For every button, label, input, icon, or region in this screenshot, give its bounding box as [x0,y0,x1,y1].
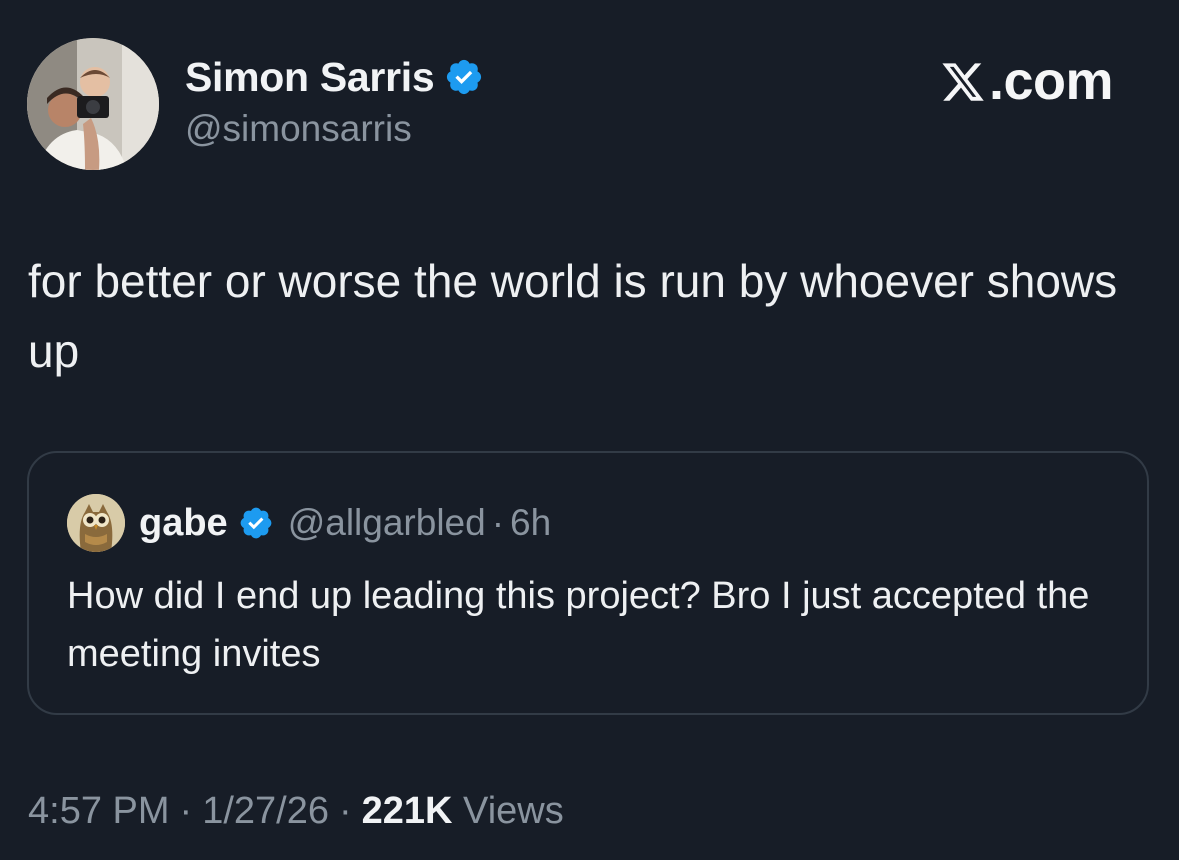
meta-separator-2: · [338,790,352,832]
brand-label: .com [988,51,1114,111]
tweet-meta: 4:57 PM · 1/27/26 · 221K Views [28,790,564,833]
quoted-verified-badge-icon [240,507,272,539]
brand-logo: .com [939,50,1114,112]
verified-badge-icon [447,59,482,95]
meta-separator: · [179,790,193,832]
quoted-separator: · [491,502,505,543]
tweet-text: for better or worse the world is run by … [28,255,1118,377]
profile-photo-icon [27,38,159,170]
tweet-time[interactable]: 4:57 PM [28,790,170,832]
author-name-row[interactable]: Simon Sarris [185,52,484,102]
quoted-tweet-card[interactable]: gabe @allgarbled · 6h How did I end up l… [27,451,1149,715]
quoted-author-avatar[interactable] [67,494,125,552]
quoted-tweet-header: gabe @allgarbled · 6h [67,493,551,553]
quoted-author-name[interactable]: gabe [139,502,228,545]
author-display-name[interactable]: Simon Sarris [185,54,435,101]
quoted-time-ago[interactable]: 6h [510,502,551,544]
views-count[interactable]: 221K [362,790,453,832]
owl-avatar-icon [67,494,125,552]
tweet-date[interactable]: 1/27/26 [202,790,329,832]
quoted-author-handle[interactable]: @allgarbled [288,502,486,544]
x-logo-icon [942,63,984,101]
author-avatar[interactable] [27,38,159,170]
author-handle[interactable]: @simonsarris [185,108,412,150]
views-label[interactable]: Views [463,790,564,832]
quoted-tweet-text: How did I end up leading this project? B… [67,575,1090,675]
